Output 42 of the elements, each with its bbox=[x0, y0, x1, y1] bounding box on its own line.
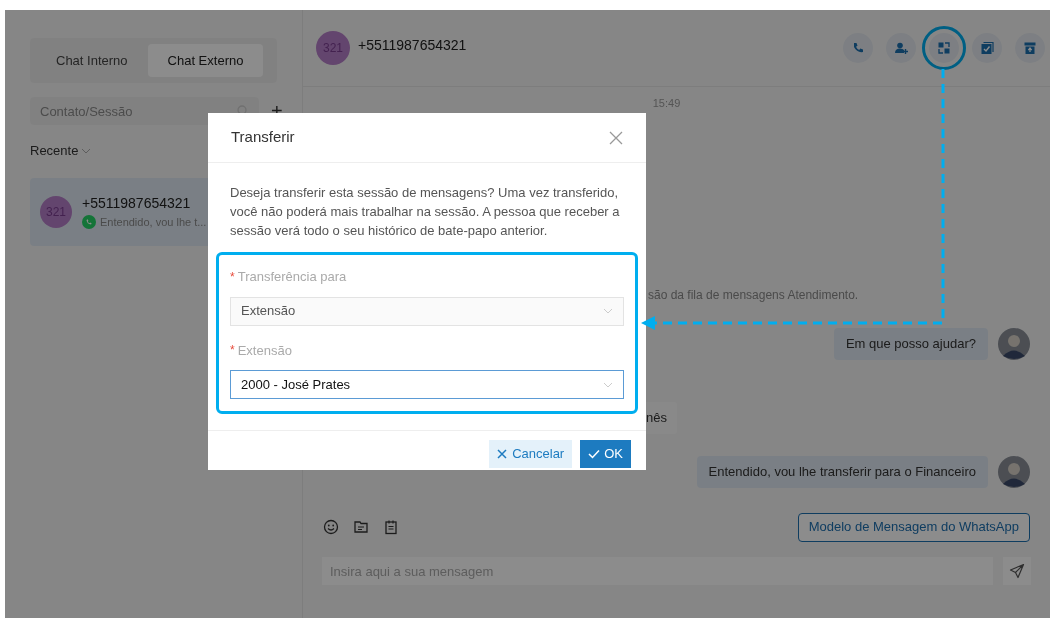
ok-button[interactable]: OK bbox=[580, 440, 631, 468]
required-mark: * bbox=[230, 342, 235, 360]
toolbar-button[interactable] bbox=[886, 33, 916, 63]
toolbar-button[interactable] bbox=[1015, 33, 1045, 63]
phone-icon bbox=[851, 41, 865, 55]
transfer-icon bbox=[937, 41, 951, 55]
send-button[interactable] bbox=[1003, 557, 1031, 585]
required-mark: * bbox=[230, 268, 235, 286]
message-bubble: Em que posso ajudar? bbox=[833, 328, 988, 360]
whatsapp-icon bbox=[82, 215, 96, 229]
close-icon bbox=[497, 449, 508, 459]
dialog-title: Transferir bbox=[231, 127, 295, 148]
contact-name: +5511987654321 bbox=[82, 193, 192, 213]
chevron-down-icon bbox=[603, 308, 613, 314]
notepad-icon bbox=[383, 519, 399, 535]
emoji-icon bbox=[323, 519, 339, 535]
check-icon bbox=[588, 449, 601, 459]
close-button[interactable] bbox=[609, 130, 623, 145]
checklist-icon bbox=[980, 41, 994, 55]
field-label: Transferência para bbox=[237, 268, 347, 286]
field-label: Extensão bbox=[237, 341, 292, 360]
tab[interactable]: Chat Externo bbox=[147, 44, 264, 77]
close-icon bbox=[609, 130, 623, 145]
folder-icon bbox=[353, 519, 369, 535]
select-field[interactable]: Extensão bbox=[230, 296, 624, 326]
toolbar-button[interactable] bbox=[843, 33, 873, 63]
chat-title: +5511987654321 bbox=[358, 35, 467, 55]
archive-icon bbox=[1023, 41, 1037, 55]
tab[interactable]: Chat Interno bbox=[36, 44, 148, 77]
message-bubble: Entendido, vou lhe transferir para o Financeiro bbox=[696, 456, 988, 488]
avatar-silhouette bbox=[998, 456, 1030, 488]
toolbar-button[interactable] bbox=[972, 33, 1002, 63]
chevron-down-icon bbox=[603, 381, 613, 388]
select-field[interactable]: 2000 - José Prates bbox=[230, 370, 624, 399]
system-notice: são da fila de mensagens Atendimento. bbox=[648, 288, 859, 302]
chevron-down-icon bbox=[81, 146, 92, 155]
send-icon bbox=[1009, 563, 1025, 579]
template-button[interactable]: Modelo de Mensagem do WhatsApp bbox=[797, 512, 1030, 542]
cancel-button[interactable]: Cancelar bbox=[489, 440, 573, 468]
avatar-silhouette bbox=[998, 328, 1030, 360]
user-plus-icon bbox=[894, 41, 908, 55]
section-label[interactable]: Recente bbox=[30, 141, 79, 161]
